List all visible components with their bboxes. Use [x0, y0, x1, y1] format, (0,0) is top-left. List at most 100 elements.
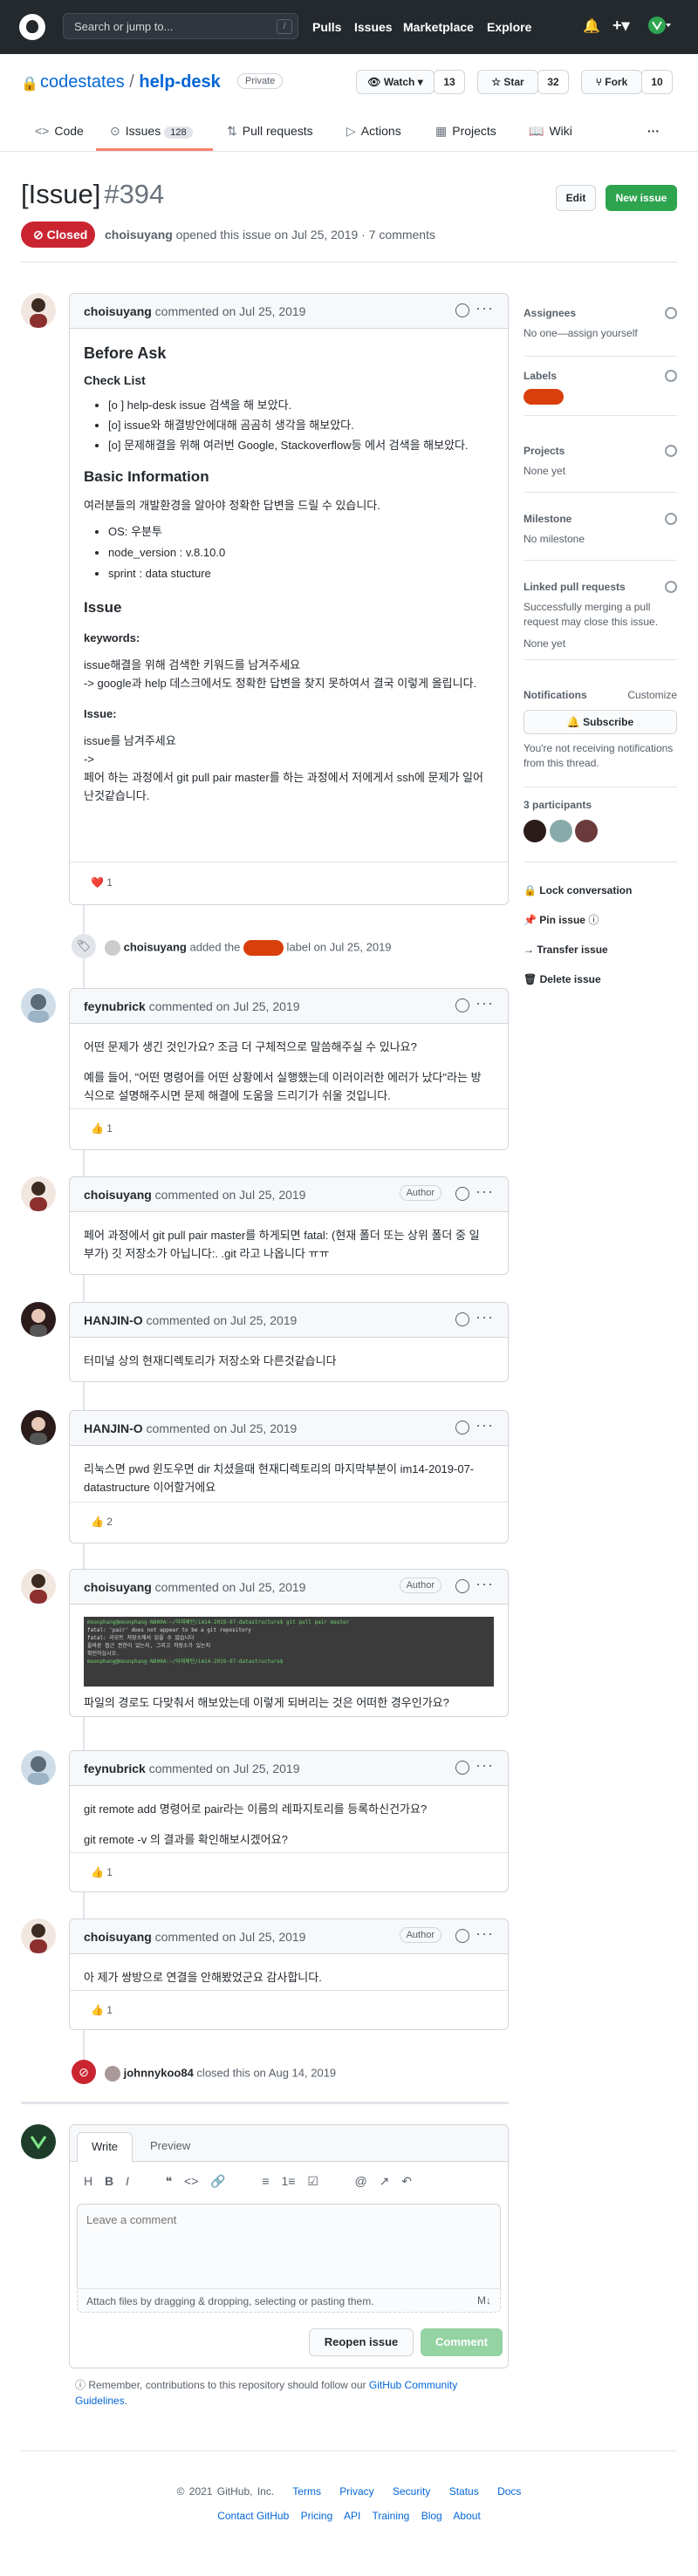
pin-issue[interactable]: 📌 Pin issue ⓘ	[524, 905, 677, 935]
fork-count[interactable]: 10	[641, 70, 673, 94]
avatar[interactable]	[105, 940, 120, 956]
cross-reference-icon[interactable]: ↗	[380, 2174, 390, 2188]
kebab-menu-icon[interactable]: ···	[476, 1308, 494, 1326]
assignees-section[interactable]: Assignees No one—assign yourself	[524, 307, 677, 341]
task-list-icon[interactable]: ☑	[307, 2174, 318, 2188]
comment-user[interactable]: choisuyang	[84, 304, 152, 318]
avatar[interactable]	[21, 1750, 56, 1785]
comment-date[interactable]: commented on Jul 25, 2019	[152, 304, 306, 318]
kebab-menu-icon[interactable]: ···	[476, 1575, 494, 1593]
smiley-icon[interactable]	[455, 1187, 469, 1201]
avatar[interactable]	[21, 1410, 56, 1445]
gear-icon[interactable]	[665, 370, 677, 382]
comment-user[interactable]: feynubrick	[84, 1762, 146, 1775]
smiley-icon[interactable]	[455, 1312, 469, 1326]
reaction-thumbs-up[interactable]: 👍 1	[84, 1862, 120, 1884]
footer-link[interactable]: API	[344, 2510, 360, 2522]
event-user[interactable]: johnnykoo84	[124, 2066, 194, 2079]
assignees-value[interactable]: No one—assign yourself	[524, 326, 677, 341]
repo-name[interactable]: help-desk	[139, 72, 220, 92]
reaction-thumbs-up[interactable]: 👍 1	[84, 2000, 120, 2022]
avatar[interactable]	[524, 820, 546, 842]
comment-user[interactable]: feynubrick	[84, 999, 146, 1013]
kebab-menu-icon[interactable]: ···	[476, 1925, 494, 1943]
watch-button[interactable]: 👁 Watch ▾	[356, 70, 435, 94]
label-badge[interactable]	[243, 940, 284, 956]
quote-icon[interactable]: ❝	[166, 2174, 173, 2188]
nav-issues[interactable]: Issues	[354, 20, 393, 34]
comment-user[interactable]: choisuyang	[84, 1580, 152, 1594]
footer-link[interactable]: Contact GitHub	[217, 2510, 289, 2522]
comment-date[interactable]: commented on Jul 25, 2019	[143, 1421, 298, 1435]
nav-marketplace[interactable]: Marketplace	[403, 20, 474, 34]
tab-more[interactable]: ···	[647, 124, 660, 138]
guidelines-link[interactable]: Guidelines	[75, 2395, 125, 2407]
avatar[interactable]	[21, 1176, 56, 1211]
unordered-list-icon[interactable]: ≡	[262, 2174, 269, 2188]
footer-link[interactable]: Security	[393, 2485, 430, 2498]
comment-user[interactable]: HANJIN-O	[84, 1313, 143, 1327]
avatar[interactable]	[105, 2066, 120, 2082]
smiley-icon[interactable]	[455, 1579, 469, 1593]
projects-section[interactable]: Projects None yet	[524, 445, 677, 479]
kebab-menu-icon[interactable]: ···	[476, 1182, 494, 1201]
comment-textarea[interactable]	[77, 2204, 501, 2289]
footer-link[interactable]: Docs	[497, 2485, 521, 2498]
avatar[interactable]	[21, 293, 56, 328]
footer-link[interactable]: Terms	[292, 2485, 321, 2498]
reaction-heart[interactable]: ❤️ 1	[84, 872, 120, 895]
heading-icon[interactable]: H	[84, 2174, 92, 2188]
comment-date[interactable]: commented on Jul 25, 2019	[143, 1313, 298, 1327]
comment-user[interactable]: choisuyang	[84, 1188, 152, 1202]
gear-icon[interactable]	[665, 445, 677, 457]
transfer-issue[interactable]: → Transfer issue	[524, 935, 677, 964]
attach-files-area[interactable]: Attach files by dragging & dropping, sel…	[77, 2288, 501, 2313]
smiley-icon[interactable]	[455, 303, 469, 317]
comment-button[interactable]: Comment	[421, 2328, 503, 2356]
lock-conversation[interactable]: 🔒 Lock conversation	[524, 876, 677, 905]
footer-link[interactable]: Privacy	[339, 2485, 373, 2498]
label-badge[interactable]	[524, 389, 564, 405]
ordered-list-icon[interactable]: 1≡	[281, 2174, 295, 2188]
avatar[interactable]	[21, 1918, 56, 1953]
new-issue-button[interactable]: New issue	[606, 185, 677, 211]
star-count[interactable]: 32	[537, 70, 569, 94]
smiley-icon[interactable]	[455, 1761, 469, 1775]
smiley-icon[interactable]	[455, 1929, 469, 1943]
community-link[interactable]: GitHub Community	[369, 2379, 457, 2391]
issue-author[interactable]: choisuyang	[105, 228, 173, 242]
avatar[interactable]	[575, 820, 599, 842]
tab-issues[interactable]: ⊙ Issues 128	[110, 124, 193, 139]
footer-link[interactable]: About	[453, 2510, 480, 2522]
kebab-menu-icon[interactable]: ···	[476, 994, 494, 1012]
subscribe-button[interactable]: 🔔 Subscribe	[524, 710, 677, 734]
tab-actions[interactable]: ▷ Actions	[346, 124, 401, 139]
tab-wiki[interactable]: 📖 Wiki	[529, 124, 572, 139]
link-icon[interactable]: 🔗	[210, 2174, 225, 2188]
github-logo-icon[interactable]	[19, 14, 45, 40]
tab-preview[interactable]: Preview	[150, 2139, 190, 2152]
gear-icon[interactable]	[665, 307, 677, 319]
avatar[interactable]	[21, 2124, 56, 2159]
comment-date[interactable]: commented on Jul 25, 2019	[152, 1188, 306, 1202]
italic-icon[interactable]: I	[126, 2174, 129, 2188]
tab-write[interactable]: Write	[77, 2132, 133, 2162]
footer-link[interactable]: Status	[449, 2485, 479, 2498]
comment-date[interactable]: commented on Jul 25, 2019	[146, 999, 300, 1013]
avatar[interactable]	[647, 16, 672, 39]
comment-date[interactable]: commented on Jul 25, 2019	[146, 1762, 300, 1775]
footer-link[interactable]: Training	[372, 2510, 409, 2522]
milestone-section[interactable]: Milestone No milestone	[524, 513, 677, 547]
tab-pull-requests[interactable]: ⇅ Pull requests	[227, 124, 313, 139]
search-input[interactable]: Search or jump to... /	[63, 13, 298, 39]
kebab-menu-icon[interactable]: ···	[476, 299, 494, 317]
smiley-icon[interactable]	[455, 998, 469, 1012]
labels-section[interactable]: Labels	[524, 370, 677, 409]
comment-user[interactable]: choisuyang	[84, 1930, 152, 1944]
tab-code[interactable]: <> Code	[35, 124, 84, 138]
reaction-thumbs-up[interactable]: 👍 1	[84, 1118, 120, 1141]
star-button[interactable]: ☆ Star	[477, 70, 538, 94]
nav-pulls[interactable]: Pulls	[312, 20, 341, 34]
reopen-issue-button[interactable]: Reopen issue	[309, 2328, 414, 2356]
reply-icon[interactable]: ↶	[401, 2174, 412, 2188]
